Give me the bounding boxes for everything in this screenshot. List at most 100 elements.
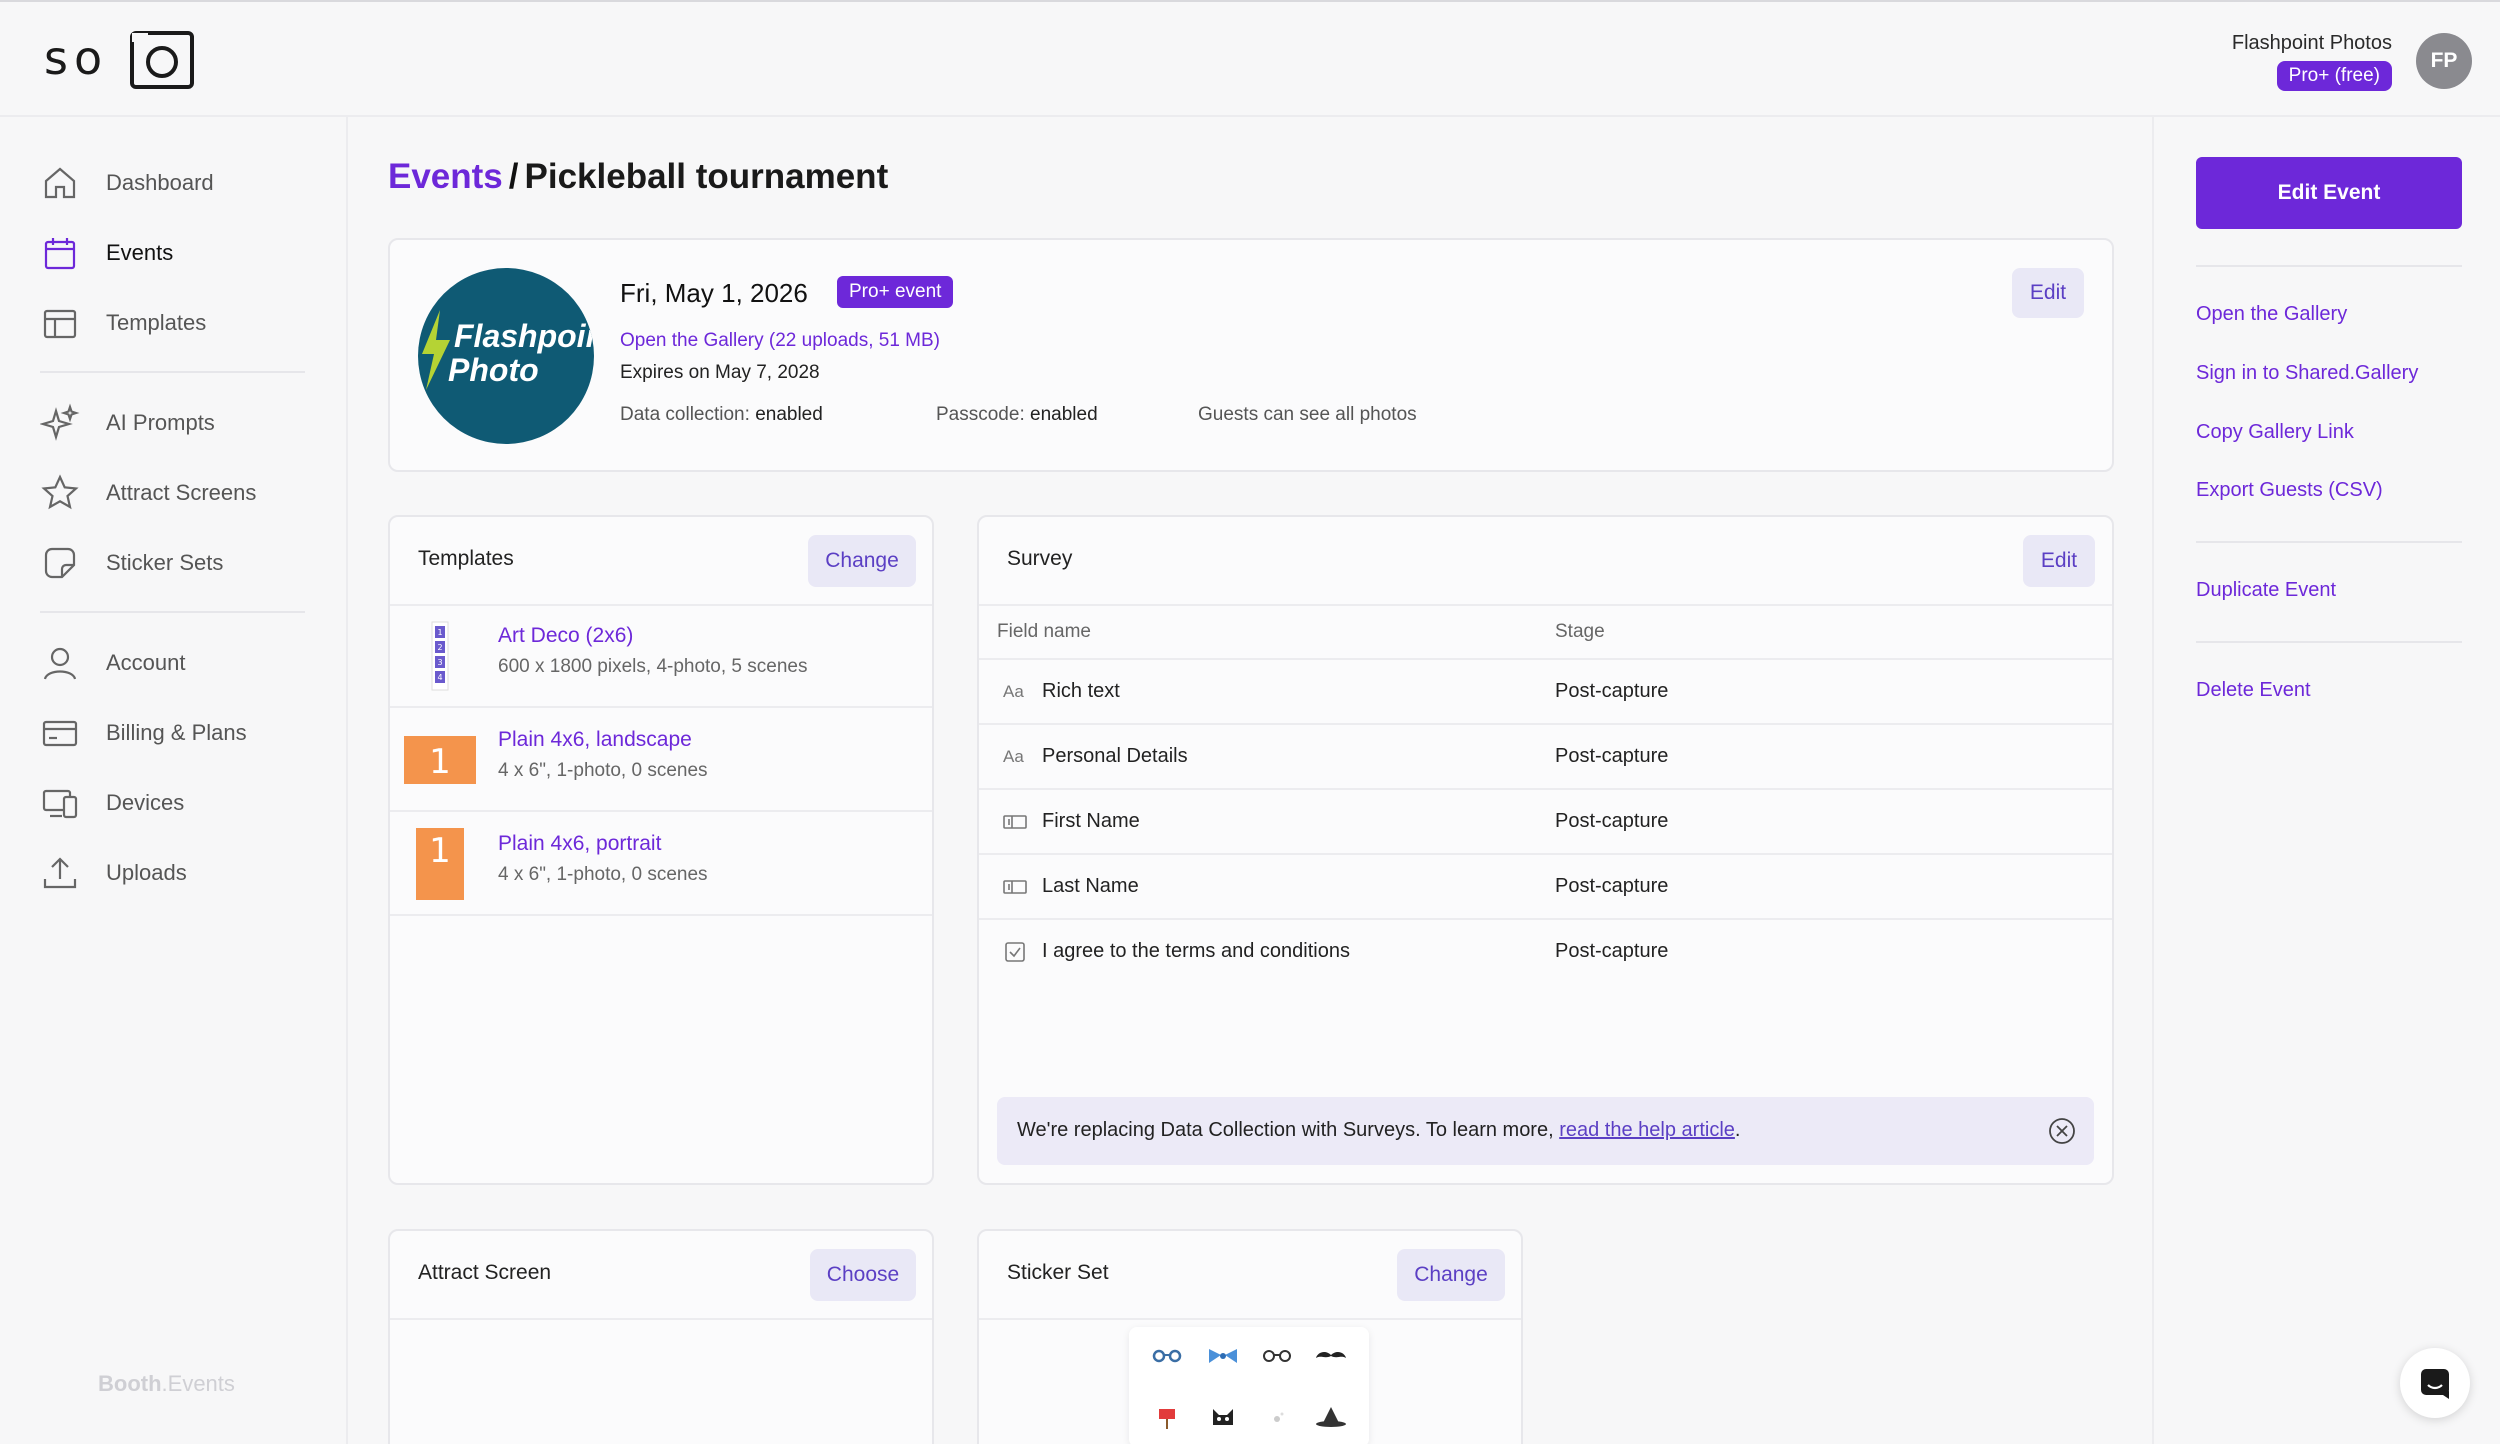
guest-visibility: Guests can see all photos	[1198, 404, 1417, 425]
field-stage: Post-capture	[1555, 875, 1669, 897]
event-date: Fri, May 1, 2026	[620, 278, 808, 308]
help-article-link[interactable]: read the help article	[1559, 1119, 1735, 1141]
sidebar-item-label: Account	[106, 650, 186, 675]
mustache-sticker-icon	[1316, 1351, 1346, 1358]
choose-attract-screen-button[interactable]: Choose	[810, 1249, 916, 1301]
sticker-icon	[44, 547, 76, 579]
sidebar-item-account[interactable]: Account	[40, 639, 186, 687]
sidebar-item-sticker-sets[interactable]: Sticker Sets	[40, 539, 223, 587]
export-guests-action[interactable]: Export Guests (CSV)	[2196, 479, 2383, 502]
text-icon: Aa	[1003, 682, 1024, 701]
user-icon	[43, 647, 77, 680]
template-row[interactable]: 1 Plain 4x6, landscape 4 x 6", 1-photo, …	[390, 710, 932, 812]
close-icon[interactable]	[2048, 1117, 2076, 1145]
template-row[interactable]: 1 Plain 4x6, portrait 4 x 6", 1-photo, 0…	[390, 814, 932, 916]
template-name[interactable]: Art Deco (2x6)	[498, 624, 633, 648]
delete-event-action[interactable]: Delete Event	[2196, 679, 2311, 702]
template-description: 600 x 1800 pixels, 4-photo, 5 scenes	[498, 656, 808, 677]
sticker-set-card: Sticker Set Change	[977, 1229, 1523, 1444]
passcode-status: Passcode: enabled	[936, 404, 1098, 425]
open-gallery-action[interactable]: Open the Gallery	[2196, 303, 2347, 326]
card-divider	[979, 1318, 1521, 1320]
field-name: Last Name	[1042, 875, 1139, 897]
table-row[interactable]: I agree to the terms and conditions Post…	[979, 920, 2112, 985]
sidebar-item-uploads[interactable]: Uploads	[40, 849, 187, 897]
sidebar-item-ai-prompts[interactable]: AI Prompts	[40, 399, 215, 447]
actions-divider	[2196, 641, 2462, 643]
sidebar: Dashboard Events Templates AI Prompts At…	[0, 117, 348, 1444]
plan-badge: Pro+ (free)	[2276, 60, 2392, 91]
sidebar-item-devices[interactable]: Devices	[40, 779, 184, 827]
table-row[interactable]: Last Name Post-capture	[979, 855, 2112, 920]
bow-tie-sticker-icon	[1209, 1349, 1237, 1363]
svg-text:4: 4	[437, 673, 442, 682]
field-stage: Post-capture	[1555, 940, 1669, 962]
templates-card: Templates Change 1 2 3 4 Art Deco (2x6) …	[388, 515, 934, 1185]
input-field-icon	[1003, 815, 1027, 829]
witch-hat-sticker-icon	[1316, 1407, 1346, 1427]
template-name[interactable]: Plain 4x6, landscape	[498, 728, 692, 752]
field-name: Personal Details	[1042, 745, 1188, 767]
party-sign-sticker-icon	[1159, 1409, 1175, 1429]
breadcrumb-events-link[interactable]: Events	[388, 157, 503, 196]
layout-icon	[43, 309, 77, 339]
field-stage: Post-capture	[1555, 680, 1669, 702]
sidebar-item-label: Attract Screens	[106, 480, 257, 505]
edit-event-details-button[interactable]: Edit	[2012, 268, 2084, 318]
table-row[interactable]: First Name Post-capture	[979, 790, 2112, 855]
svg-text:1: 1	[437, 628, 442, 637]
chat-launcher-button[interactable]	[2400, 1348, 2470, 1418]
cat-mask-sticker-icon	[1213, 1409, 1233, 1425]
column-header-field-name: Field name	[997, 621, 1091, 642]
breadcrumb-separator: /	[508, 157, 519, 196]
copy-gallery-link-action[interactable]: Copy Gallery Link	[2196, 421, 2354, 444]
change-templates-button[interactable]: Change	[808, 535, 916, 587]
sidebar-item-attract-screens[interactable]: Attract Screens	[40, 469, 256, 517]
home-icon	[44, 167, 76, 199]
lightning-bolt-icon	[422, 310, 450, 390]
svg-text:1: 1	[429, 831, 451, 871]
round-glasses-sticker-icon	[1263, 1350, 1291, 1362]
template-description: 4 x 6", 1-photo, 0 scenes	[498, 864, 708, 885]
user-menu[interactable]: Flashpoint Photos Pro+ (free) FP	[2232, 28, 2472, 94]
solo-logo[interactable]: so	[44, 30, 196, 90]
table-row[interactable]: Aa Rich text Post-capture	[979, 660, 2112, 725]
template-name[interactable]: Plain 4x6, portrait	[498, 832, 661, 856]
sidebar-item-label: Billing & Plans	[106, 720, 247, 745]
footer-brand: Booth.Events	[98, 1371, 235, 1396]
devices-icon	[42, 789, 78, 819]
template-thumbnail: 1	[416, 828, 464, 900]
sidebar-item-label: Sticker Sets	[106, 550, 224, 575]
change-sticker-set-button[interactable]: Change	[1397, 1249, 1505, 1301]
breadcrumb: Events / Pickleball tournament	[388, 157, 888, 197]
sidebar-item-label: Uploads	[106, 860, 187, 885]
checkbox-icon	[1005, 942, 1025, 962]
sidebar-item-templates[interactable]: Templates	[40, 299, 206, 347]
sign-in-shared-gallery-action[interactable]: Sign in to Shared.Gallery	[2196, 362, 2418, 385]
table-row[interactable]: Aa Personal Details Post-capture	[979, 725, 2112, 790]
sidebar-item-billing[interactable]: Billing & Plans	[40, 709, 247, 757]
input-field-icon	[1003, 880, 1027, 894]
template-row[interactable]: 1 2 3 4 Art Deco (2x6) 600 x 1800 pixels…	[390, 606, 932, 708]
sidebar-item-events[interactable]: Events	[40, 229, 173, 277]
sparkle-sticker-icon	[1274, 1412, 1284, 1422]
edit-survey-button[interactable]: Edit	[2023, 535, 2095, 587]
avatar[interactable]: FP	[2416, 33, 2472, 89]
text-icon: Aa	[1003, 747, 1024, 766]
field-name: First Name	[1042, 810, 1140, 832]
edit-event-button[interactable]: Edit Event	[2196, 157, 2462, 229]
sparkles-icon	[40, 403, 80, 441]
field-name: Rich text	[1042, 680, 1120, 702]
pro-event-badge: Pro+ event	[837, 276, 954, 308]
attract-screen-card-title: Attract Screen	[418, 1261, 552, 1284]
template-description: 4 x 6", 1-photo, 0 scenes	[498, 760, 708, 781]
top-bar: so Flashpoint Photos Pro+ (free) FP	[0, 0, 2500, 117]
glasses-sticker-icon	[1152, 1349, 1182, 1363]
sidebar-item-label: Devices	[106, 790, 185, 815]
field-stage: Post-capture	[1555, 810, 1669, 832]
duplicate-event-action[interactable]: Duplicate Event	[2196, 579, 2336, 602]
open-gallery-link[interactable]: Open the Gallery (22 uploads, 51 MB)	[620, 330, 940, 352]
survey-card: Survey Edit Field name Stage Aa Rich tex…	[977, 515, 2114, 1185]
card-divider	[979, 604, 2112, 606]
sidebar-item-dashboard[interactable]: Dashboard	[40, 159, 214, 207]
